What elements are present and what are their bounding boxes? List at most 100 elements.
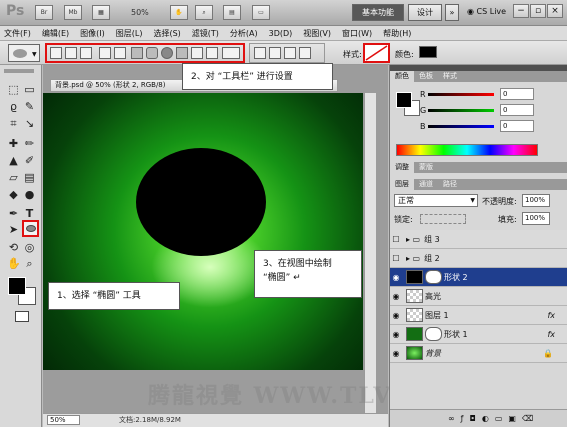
fx-icon[interactable]: ƒ xyxy=(461,414,470,423)
3d-rotate-tool-icon[interactable]: ⟲ xyxy=(7,241,20,254)
trash-icon[interactable]: ⌫ xyxy=(522,414,539,423)
eye-icon[interactable]: ◉ xyxy=(390,292,402,301)
minimize-button[interactable]: − xyxy=(513,4,529,18)
ellipse-tool-highlight[interactable] xyxy=(22,220,39,237)
hidden-eye-box[interactable]: ☐ xyxy=(390,254,402,263)
fill-pixels-icon[interactable] xyxy=(80,47,92,59)
line-icon[interactable] xyxy=(191,47,203,59)
ellipse-icon[interactable] xyxy=(161,47,173,59)
layer-row-shape-1[interactable]: ◉ 形状 1 fx xyxy=(390,325,567,344)
color-spectrum-ramp[interactable] xyxy=(396,144,538,156)
layer-row-group-3[interactable]: ☐ ▸ ▭ 组 3 xyxy=(390,230,567,249)
zoom-tool-icon[interactable]: ⌕ xyxy=(23,257,36,270)
fill-input[interactable]: 100% xyxy=(522,212,550,225)
eye-icon[interactable]: ◉ xyxy=(390,349,402,358)
zoom-level[interactable]: 50% xyxy=(131,8,149,17)
lock-buttons[interactable] xyxy=(420,214,466,224)
3d-orbit-tool-icon[interactable]: ◎ xyxy=(23,241,36,254)
menu-select[interactable]: 选择(S) xyxy=(153,28,180,39)
document-info[interactable]: 文档:2.18M/8.92M xyxy=(119,415,181,425)
new-layer-icon[interactable]: ▣ xyxy=(508,414,522,423)
new-layer-mode-icon[interactable] xyxy=(254,47,266,59)
blue-slider[interactable] xyxy=(428,124,494,128)
menu-image[interactable]: 图像(I) xyxy=(80,28,105,39)
path-selection-tool-icon[interactable]: ➤ xyxy=(7,223,20,236)
bridge-icon[interactable]: Br xyxy=(35,5,53,20)
tab-swatches[interactable]: 色板 xyxy=(414,71,438,82)
menu-view[interactable]: 视图(V) xyxy=(303,28,331,39)
custom-shape-icon[interactable] xyxy=(206,47,218,59)
tab-styles[interactable]: 样式 xyxy=(438,71,462,82)
clone-stamp-tool-icon[interactable]: ▲ xyxy=(7,154,20,167)
menu-file[interactable]: 文件(F) xyxy=(4,28,31,39)
arrange-documents-icon[interactable]: ▤ xyxy=(223,5,241,20)
polygon-icon[interactable] xyxy=(176,47,188,59)
eyedropper-tool-icon[interactable]: ↘ xyxy=(23,117,36,130)
menu-layer[interactable]: 图层(L) xyxy=(116,28,143,39)
eraser-tool-icon[interactable]: ▱ xyxy=(7,171,20,184)
green-value-input[interactable]: 0 xyxy=(500,104,534,116)
brush-tool-icon[interactable]: ✏ xyxy=(23,137,36,150)
tab-masks[interactable]: 蒙版 xyxy=(414,162,438,173)
link-icon[interactable]: ∞ xyxy=(448,414,461,423)
green-slider[interactable] xyxy=(428,108,494,112)
adjustment-icon[interactable]: ◐ xyxy=(482,414,495,423)
crop-tool-icon[interactable]: ⌗ xyxy=(7,117,20,130)
menu-edit[interactable]: 编辑(E) xyxy=(42,28,69,39)
eye-icon[interactable]: ◉ xyxy=(390,311,402,320)
menu-window[interactable]: 窗口(W) xyxy=(342,28,372,39)
minibridge-icon[interactable]: Mb xyxy=(64,5,82,20)
opacity-input[interactable]: 100% xyxy=(522,194,550,207)
quick-mask-icon[interactable] xyxy=(15,311,29,322)
view-extras-icon[interactable]: ▦ xyxy=(92,5,110,20)
pen-tool-icon[interactable]: ✒ xyxy=(7,207,20,220)
menu-3d[interactable]: 3D(D) xyxy=(269,29,293,38)
red-value-input[interactable]: 0 xyxy=(500,88,534,100)
cs-live-button[interactable]: ◉ CS Live xyxy=(467,7,506,16)
zoom-field[interactable]: 50% xyxy=(47,415,80,425)
rectangle-icon[interactable] xyxy=(131,47,143,59)
eye-icon[interactable]: ◉ xyxy=(390,330,402,339)
tab-color[interactable]: 颜色 xyxy=(390,71,414,82)
layer-row-shape-2[interactable]: ◉ 形状 2 xyxy=(390,268,567,287)
history-brush-tool-icon[interactable]: ✐ xyxy=(23,154,36,167)
workspace-design-button[interactable]: 设计 xyxy=(408,4,442,21)
vertical-scrollbar[interactable] xyxy=(364,93,376,413)
red-slider[interactable] xyxy=(428,92,494,96)
paths-icon[interactable] xyxy=(65,47,77,59)
menu-filter[interactable]: 滤镜(T) xyxy=(192,28,219,39)
layer-row-group-2[interactable]: ☐ ▸ ▭ 组 2 xyxy=(390,249,567,268)
add-area-icon[interactable] xyxy=(269,47,281,59)
screen-mode-icon[interactable]: ▭ xyxy=(252,5,270,20)
dodge-tool-icon[interactable]: ● xyxy=(23,188,36,201)
shape-color-swatch[interactable] xyxy=(419,46,437,58)
healing-brush-tool-icon[interactable]: ✚ xyxy=(7,137,20,150)
move-tool-icon[interactable]: ⬚ xyxy=(7,83,20,96)
intersect-area-icon[interactable] xyxy=(299,47,311,59)
style-picker[interactable] xyxy=(363,43,390,63)
fx-icon[interactable]: fx xyxy=(547,330,555,339)
layer-row-highlight[interactable]: ◉ 高光 xyxy=(390,287,567,306)
mask-icon[interactable]: ◘ xyxy=(470,414,482,423)
workspace-more-button[interactable]: » xyxy=(445,4,459,21)
type-tool-icon[interactable]: T xyxy=(23,207,36,220)
pen-icon[interactable] xyxy=(99,47,111,59)
freeform-pen-icon[interactable] xyxy=(114,47,126,59)
blend-mode-select[interactable]: 正常 ▼ xyxy=(394,194,478,207)
toolbox-grip[interactable] xyxy=(4,69,34,73)
geometry-options-icon[interactable] xyxy=(222,47,240,59)
zoom-tool-icon[interactable]: ⌕ xyxy=(195,5,213,20)
tab-layers[interactable]: 图层 xyxy=(390,179,414,190)
blue-value-input[interactable]: 0 xyxy=(500,120,534,132)
marquee-tool-icon[interactable]: ▭ xyxy=(23,83,36,96)
close-button[interactable]: × xyxy=(547,4,563,18)
quick-select-tool-icon[interactable]: ✎ xyxy=(23,100,36,113)
subtract-area-icon[interactable] xyxy=(284,47,296,59)
hand-tool-icon[interactable]: ✋ xyxy=(7,257,21,270)
tab-adjustments[interactable]: 调整 xyxy=(390,162,414,173)
hidden-eye-box[interactable]: ☐ xyxy=(390,235,402,244)
fx-icon[interactable]: fx xyxy=(547,311,555,320)
gradient-tool-icon[interactable]: ▤ xyxy=(23,171,36,184)
lasso-tool-icon[interactable]: ϱ xyxy=(7,100,20,113)
blur-tool-icon[interactable]: ◆ xyxy=(7,188,20,201)
